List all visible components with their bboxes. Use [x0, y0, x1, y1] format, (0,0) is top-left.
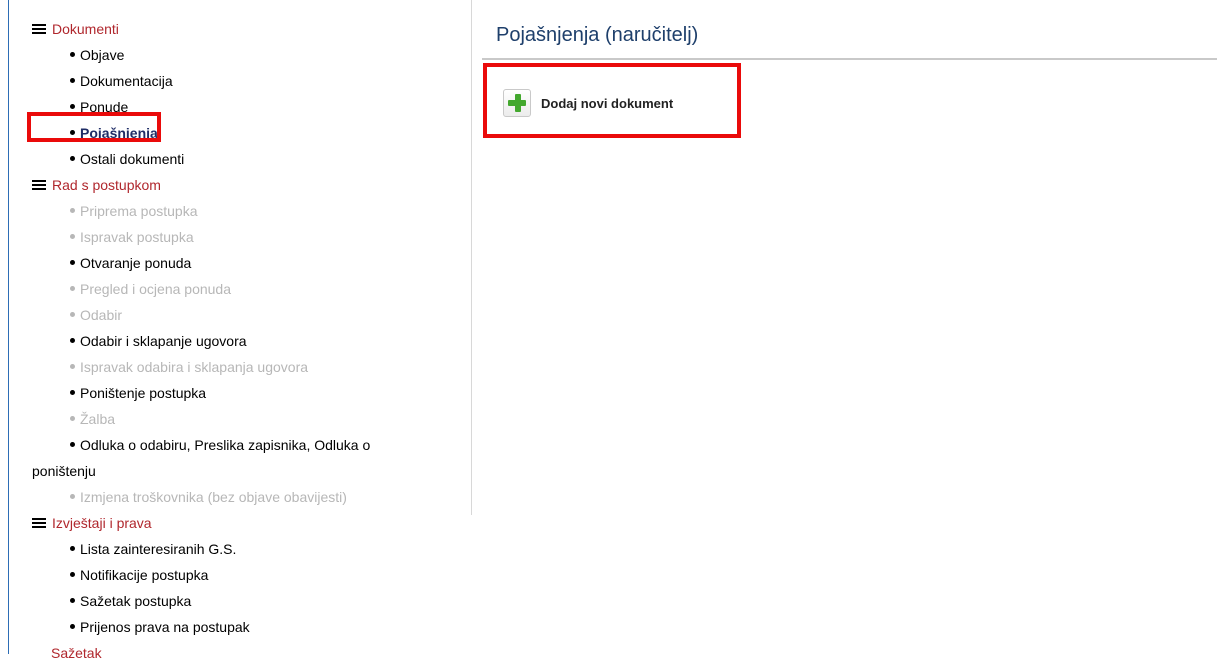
sidebar-item-label: Objave	[80, 47, 125, 63]
window-border	[8, 0, 9, 654]
sidebar-item-label: Odabir i sklapanje ugovora	[80, 333, 247, 349]
sidebar-item-label: Priprema postupka	[80, 203, 198, 219]
section-documents[interactable]: Dokumenti	[32, 16, 462, 42]
sidebar-item-priprema-postupka: Priprema postupka	[32, 198, 462, 224]
add-document-button[interactable]: Dodaj novi dokument	[503, 88, 673, 118]
sidebar-item-ponude[interactable]: Ponude	[32, 94, 462, 120]
sidebar-item-prijenos-prava[interactable]: Prijenos prava na postupak	[32, 614, 462, 640]
sidebar-item-label: Ostali dokumenti	[80, 151, 185, 167]
page-title: Pojašnjenja (naručitelj)	[496, 24, 699, 46]
bullet-icon	[70, 78, 75, 83]
sidebar-item-ostali-dokumenti[interactable]: Ostali dokumenti	[32, 146, 462, 172]
sidebar-item-odluka-o-odabiru[interactable]: Odluka o odabiru, Preslika zapisnika, Od…	[32, 432, 462, 484]
sidebar-item-label: Žalba	[80, 411, 116, 427]
sidebar-item-label: Dokumentacija	[80, 73, 173, 89]
sidebar-item-sazetak-postupka[interactable]: Sažetak postupka	[32, 588, 462, 614]
plus-icon	[503, 89, 531, 117]
bullet-icon	[70, 546, 75, 551]
sidebar-item-zalba: Žalba	[32, 406, 462, 432]
sidebar-item-ispravak-postupka: Ispravak postupka	[32, 224, 462, 250]
bullet-icon	[70, 156, 75, 161]
bullet-icon	[70, 598, 75, 603]
sidebar-item-label: Notifikacije postupka	[80, 567, 209, 583]
sidebar-item-label: Sažetak postupka	[80, 593, 192, 609]
menu-icon	[32, 518, 46, 528]
sidebar-item-label-continued: poništenju	[32, 463, 96, 479]
section-documents-label: Dokumenti	[52, 21, 119, 37]
sidebar-item-label: Lista zainteresiranih G.S.	[80, 541, 237, 557]
section-reports-label: Izvještaji i prava	[52, 515, 152, 531]
bullet-icon	[70, 104, 75, 109]
sidebar-item-label: Ispravak postupka	[80, 229, 194, 245]
sidebar-item-pojasnjenja[interactable]: Pojašnjenja	[32, 120, 462, 146]
sidebar-item-label: Odabir	[80, 307, 123, 323]
section-procedure[interactable]: Rad s postupkom	[32, 172, 462, 198]
sidebar-item-label: Pregled i ocjena ponuda	[80, 281, 232, 297]
sidebar-item-notifikacije[interactable]: Notifikacije postupka	[32, 562, 462, 588]
bullet-icon	[70, 494, 75, 499]
bullet-icon	[70, 286, 75, 291]
title-divider	[482, 58, 1217, 60]
sidebar-item-label: Otvaranje ponuda	[80, 255, 192, 271]
sidebar-item-label: Poništenje postupka	[80, 385, 207, 401]
sidebar-item-objave[interactable]: Objave	[32, 42, 462, 68]
section-procedure-label: Rad s postupkom	[52, 177, 161, 193]
sidebar: Dokumenti Objave Dokumentacija Ponude Po…	[32, 16, 462, 666]
section-reports[interactable]: Izvještaji i prava	[32, 510, 462, 536]
sidebar-item-label: Prijenos prava na postupak	[80, 619, 250, 635]
bullet-icon	[70, 130, 75, 135]
bullet-icon	[70, 338, 75, 343]
bullet-icon	[70, 364, 75, 369]
bullet-icon	[70, 624, 75, 629]
sidebar-item-label: Pojašnjenja	[80, 125, 158, 141]
bullet-icon	[70, 52, 75, 57]
sidebar-item-label: Ponude	[80, 99, 129, 115]
sidebar-item-odabir: Odabir	[32, 302, 462, 328]
bullet-icon	[70, 442, 75, 447]
menu-icon	[32, 180, 46, 190]
column-divider	[471, 0, 472, 515]
sazetak-link[interactable]: Sažetak	[32, 640, 462, 666]
bullet-icon	[70, 416, 75, 421]
bullet-icon	[70, 390, 75, 395]
sidebar-item-label: Izmjena troškovnika (bez objave obavijes…	[80, 489, 347, 505]
sidebar-item-ispravak-odabira: Ispravak odabira i sklapanja ugovora	[32, 354, 462, 380]
sidebar-item-lista-zainteresiranih[interactable]: Lista zainteresiranih G.S.	[32, 536, 462, 562]
bullet-icon	[70, 208, 75, 213]
bullet-icon	[70, 234, 75, 239]
sidebar-item-otvaranje-ponuda[interactable]: Otvaranje ponuda	[32, 250, 462, 276]
sidebar-item-ponistenje-postupka[interactable]: Poništenje postupka	[32, 380, 462, 406]
add-document-label: Dodaj novi dokument	[541, 95, 674, 111]
sidebar-item-pregled-ocjena: Pregled i ocjena ponuda	[32, 276, 462, 302]
sidebar-item-label: Odluka o odabiru, Preslika zapisnika, Od…	[80, 437, 371, 453]
sidebar-item-label: Ispravak odabira i sklapanja ugovora	[80, 359, 309, 375]
bullet-icon	[70, 260, 75, 265]
menu-icon	[32, 24, 46, 34]
bullet-icon	[70, 312, 75, 317]
sidebar-item-izmjena-troskovnika: Izmjena troškovnika (bez objave obavijes…	[32, 484, 462, 510]
bullet-icon	[70, 572, 75, 577]
sidebar-item-dokumentacija[interactable]: Dokumentacija	[32, 68, 462, 94]
sidebar-item-odabir-sklapanje[interactable]: Odabir i sklapanje ugovora	[32, 328, 462, 354]
